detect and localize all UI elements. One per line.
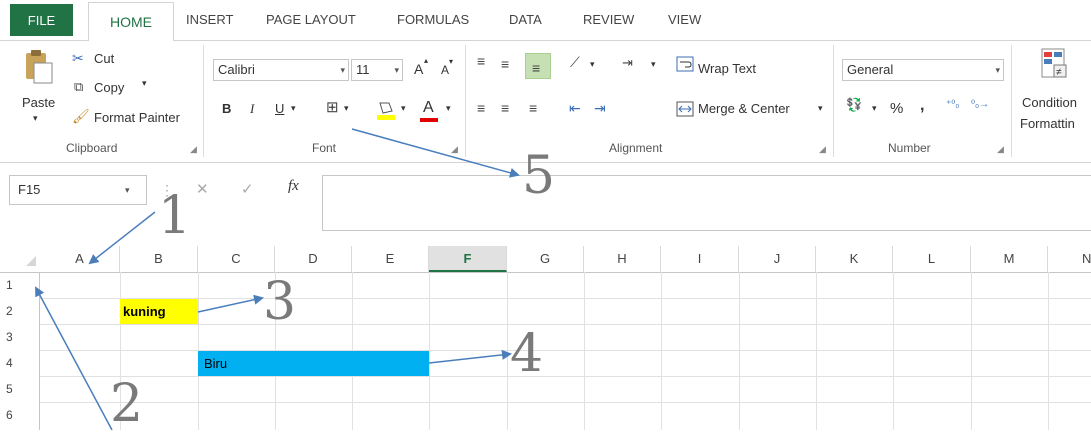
annotation-3: 3 [263,272,297,332]
annotation-1: 1 [158,186,192,246]
annotation-5: 5 [522,146,556,206]
arrow-5 [351,128,520,178]
arrow-3 [197,294,264,313]
annotation-2: 2 [110,374,144,434]
arrow-4 [428,349,512,364]
arrow-2 [35,286,113,430]
arrow-1 [88,211,156,265]
annotation-4: 4 [510,324,544,384]
